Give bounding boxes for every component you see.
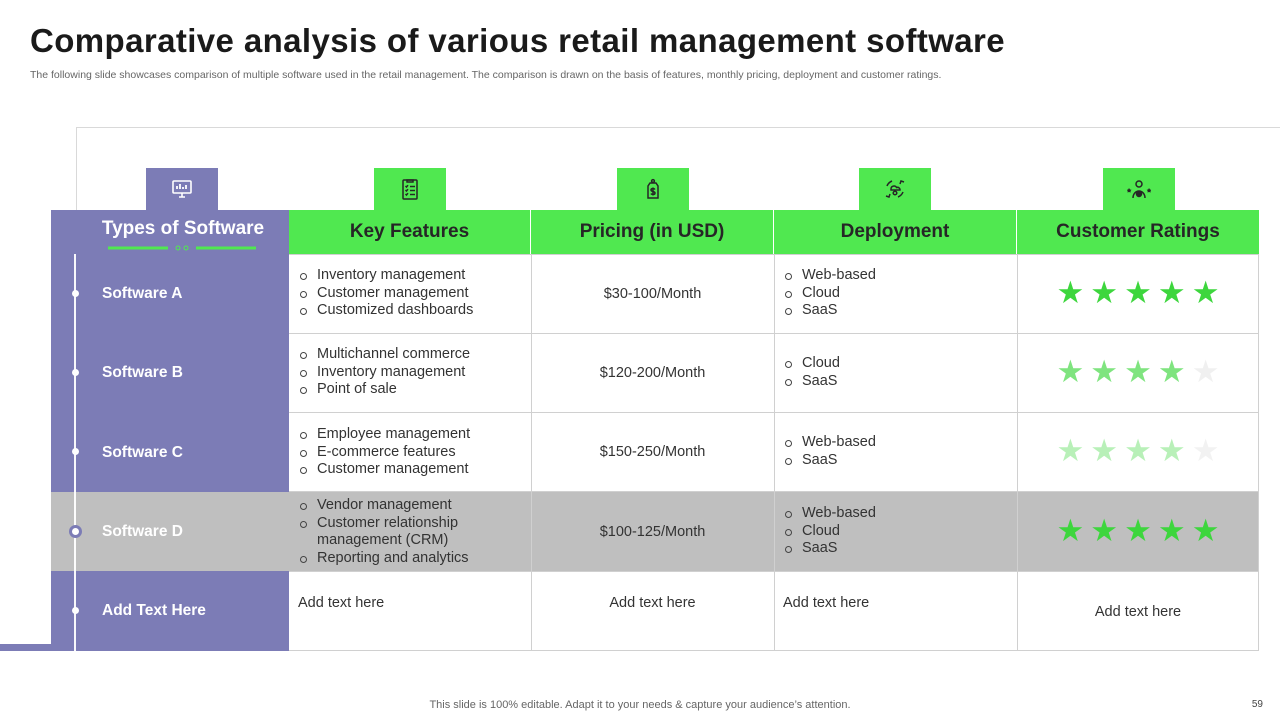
feature-item: Customer management xyxy=(298,461,526,479)
star-full-icon: ★ xyxy=(1090,513,1119,549)
pricing-value: $150-250/Month xyxy=(599,444,706,460)
placeholder-text: Add text here xyxy=(783,595,870,611)
monitor-analytics-icon xyxy=(146,168,218,210)
deployment-item: SaaS xyxy=(783,373,1011,391)
placeholder-text: Add text here xyxy=(609,595,696,611)
placeholder-text: Add text here xyxy=(298,595,385,611)
feature-item: Employee management xyxy=(298,426,526,444)
star-full-icon: ★ xyxy=(1056,513,1085,549)
star-full-icon: ★ xyxy=(1157,433,1186,469)
star-full-icon: ★ xyxy=(1056,275,1085,311)
deployment-item: Cloud xyxy=(783,285,1011,303)
feature-item: Vendor management xyxy=(298,497,528,515)
panel-accent-bar xyxy=(0,644,60,651)
page-number: 59 xyxy=(1251,699,1263,710)
timeline-dot xyxy=(71,369,79,376)
deployment-item: Cloud xyxy=(783,523,1011,541)
star-full-icon: ★ xyxy=(1124,433,1152,469)
star-full-icon: ★ xyxy=(1090,275,1119,311)
feature-item: Reporting and analytics xyxy=(298,550,528,568)
column-header-deployment: Deployment xyxy=(774,210,1017,254)
deployment-item: SaaS xyxy=(783,302,1011,320)
rating-stars: ★ ★ ★ ★ ★ xyxy=(1017,436,1259,467)
deployment-item: Web-based xyxy=(783,434,1011,452)
star-full-icon: ★ xyxy=(1090,433,1119,469)
software-types-panel xyxy=(51,210,289,651)
price-tag-dollar-icon xyxy=(617,168,689,210)
slide-footer: This slide is 100% editable. Adapt it to… xyxy=(429,699,851,711)
pricing-value: $120-200/Month xyxy=(599,365,706,381)
column-header-pricing: Pricing (in USD) xyxy=(531,210,774,254)
column-header-customer-ratings: Customer Ratings xyxy=(1017,210,1259,254)
deployment-item: SaaS xyxy=(783,452,1011,470)
deployment-item: Web-based xyxy=(783,267,1011,285)
deployment-list: Web-based Cloud SaaS xyxy=(783,267,1011,320)
timeline-dot-active xyxy=(68,525,82,538)
decorative-frame-left xyxy=(76,127,77,211)
row-label-add-text: Add Text Here xyxy=(102,602,206,619)
deployment-item: Web-based xyxy=(783,505,1011,523)
pricing-value: $100-125/Month xyxy=(599,524,706,540)
feature-item: E-commerce features xyxy=(298,444,526,462)
star-full-icon: ★ xyxy=(1124,275,1152,311)
timeline-dot xyxy=(71,290,79,297)
deployment-list: Web-based Cloud SaaS xyxy=(783,505,1011,558)
slide-title: Comparative analysis of various retail m… xyxy=(30,22,1006,59)
feature-item: Customized dashboards xyxy=(298,302,526,320)
star-full-icon: ★ xyxy=(1191,275,1220,311)
header-underline-decoration xyxy=(108,245,256,251)
deployment-list: Web-based SaaS xyxy=(783,434,1011,469)
grid-line xyxy=(774,254,775,651)
checklist-icon xyxy=(374,168,446,210)
key-features-list: Multichannel commerce Inventory manageme… xyxy=(298,346,526,399)
slide-subtitle: The following slide showcases comparison… xyxy=(30,69,942,81)
pricing-value: $30-100/Month xyxy=(603,286,702,302)
key-features-list: Inventory management Customer management… xyxy=(298,267,526,320)
placeholder-text: Add text here xyxy=(1094,604,1182,620)
star-full-icon: ★ xyxy=(1191,513,1220,549)
star-full-icon: ★ xyxy=(1157,513,1186,549)
feature-item: Inventory management xyxy=(298,267,526,285)
row-label-software-b: Software B xyxy=(102,364,183,381)
feature-item: Customer management xyxy=(298,285,526,303)
cloud-deployment-icon xyxy=(859,168,931,210)
row-label-software-a: Software A xyxy=(102,285,183,302)
row-label-software-c: Software C xyxy=(102,444,183,461)
rating-stars: ★ ★ ★ ★ ★ xyxy=(1017,516,1259,547)
star-full-icon: ★ xyxy=(1157,275,1186,311)
rating-stars: ★ ★ ★ ★ ★ xyxy=(1017,278,1259,309)
star-full-icon: ★ xyxy=(1056,354,1085,390)
deployment-list: Cloud SaaS xyxy=(783,355,1011,390)
star-full-icon: ★ xyxy=(1157,354,1186,390)
timeline-dot xyxy=(71,448,79,455)
deployment-item: SaaS xyxy=(783,540,1011,558)
star-empty-icon: ★ xyxy=(1191,433,1220,469)
star-full-icon: ★ xyxy=(1124,354,1152,390)
row-label-software-d: Software D xyxy=(102,523,183,540)
timeline-dot xyxy=(71,607,79,614)
deployment-item: Cloud xyxy=(783,355,1011,373)
key-features-list: Vendor management Customer relationship … xyxy=(298,497,528,567)
types-of-software-header: Types of Software xyxy=(101,218,265,239)
feature-item: Multichannel commerce xyxy=(298,346,526,364)
feature-item: Point of sale xyxy=(298,381,526,399)
customer-rating-icon xyxy=(1103,168,1175,210)
rating-stars: ★ ★ ★ ★ ★ xyxy=(1017,357,1259,388)
star-empty-icon: ★ xyxy=(1191,354,1220,390)
key-features-list: Employee management E-commerce features … xyxy=(298,426,526,479)
star-full-icon: ★ xyxy=(1124,513,1152,549)
star-full-icon: ★ xyxy=(1090,354,1119,390)
column-header-key-features: Key Features xyxy=(289,210,531,254)
decorative-frame-top xyxy=(76,127,1280,128)
feature-item: Customer relationship management (CRM) xyxy=(298,515,528,550)
feature-item: Inventory management xyxy=(298,364,526,382)
star-full-icon: ★ xyxy=(1056,433,1085,469)
